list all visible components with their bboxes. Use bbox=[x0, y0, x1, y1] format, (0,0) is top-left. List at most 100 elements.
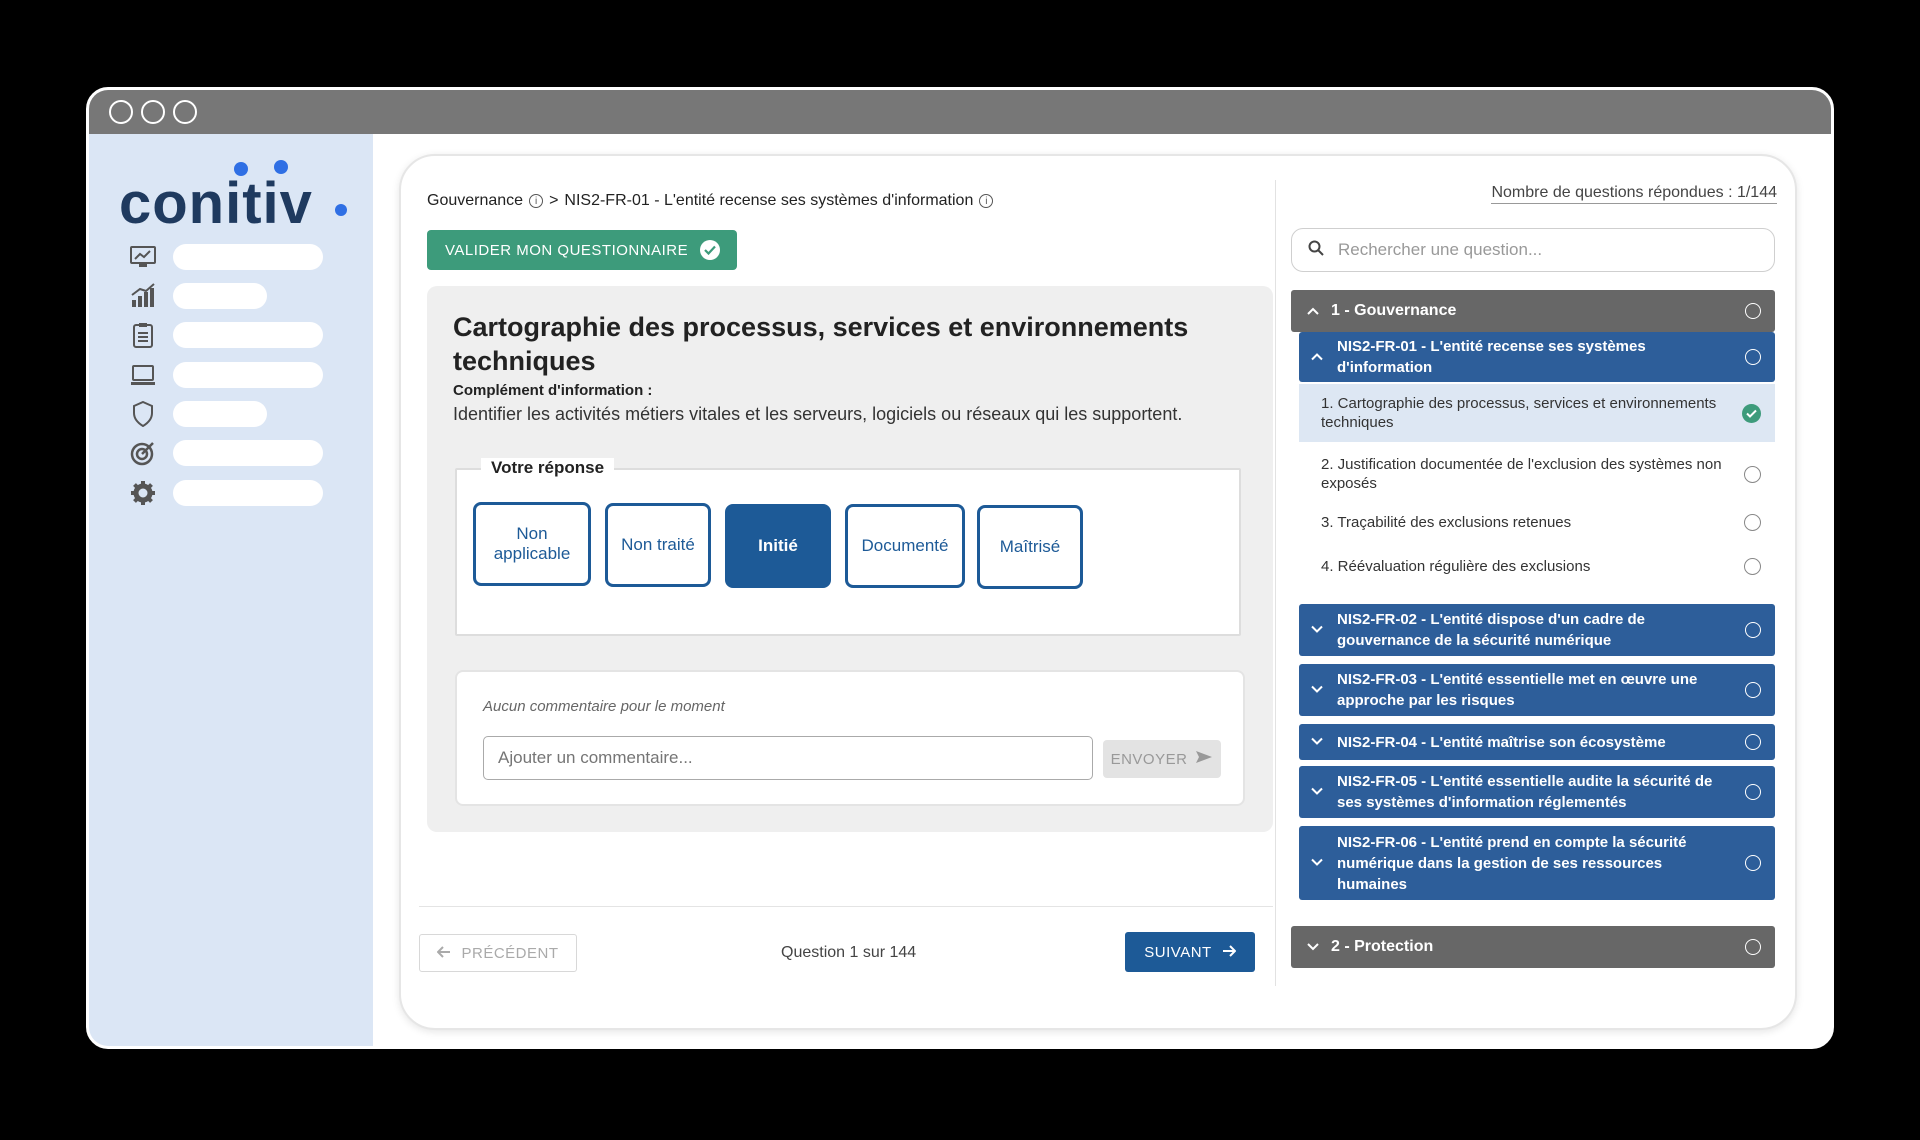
question-subtitle: Complément d'information : bbox=[453, 382, 653, 399]
sidebar-item-label bbox=[173, 322, 323, 348]
section-label: 1 - Gouvernance bbox=[1331, 302, 1457, 319]
no-comment-text: Aucun commentaire pour le moment bbox=[483, 698, 725, 715]
clipboard-icon bbox=[129, 321, 157, 349]
status-circle-icon bbox=[1745, 734, 1761, 750]
window-minimize-button[interactable] bbox=[141, 100, 165, 124]
subsection-label: NIS2-FR-03 - L'entité essentielle met en… bbox=[1337, 671, 1698, 709]
send-comment-button[interactable]: ENVOYER bbox=[1103, 740, 1221, 778]
sidebar-item-goals[interactable] bbox=[129, 438, 323, 468]
monitor-chart-icon bbox=[129, 243, 157, 271]
subsection-nis2-fr-05[interactable]: NIS2-FR-05 - L'entité essentielle audite… bbox=[1299, 766, 1775, 818]
status-circle-icon bbox=[1745, 682, 1761, 698]
status-circle-icon bbox=[1744, 465, 1761, 483]
logo: conitiv bbox=[119, 170, 313, 237]
check-circle-icon bbox=[1742, 403, 1761, 423]
sidebar-item-label bbox=[173, 362, 323, 388]
panel-divider bbox=[1275, 180, 1276, 986]
target-icon bbox=[129, 439, 157, 467]
search-placeholder: Rechercher une question... bbox=[1338, 240, 1543, 259]
next-label: SUIVANT bbox=[1144, 943, 1212, 961]
question-item-label: 3. Traçabilité des exclusions retenues bbox=[1321, 513, 1572, 531]
subsection-nis2-fr-04[interactable]: NIS2-FR-04 - L'entité maîtrise son écosy… bbox=[1299, 724, 1775, 760]
sidebar-item-questionnaire[interactable] bbox=[129, 320, 323, 350]
chevron-down-icon bbox=[1311, 732, 1323, 753]
window-titlebar bbox=[89, 90, 1831, 134]
question-item-label: 4. Réévaluation régulière des exclusions bbox=[1321, 557, 1591, 575]
chevron-down-icon bbox=[1311, 853, 1323, 874]
subsection-nis2-fr-01[interactable]: NIS2-FR-01 - L'entité recense ses systèm… bbox=[1299, 332, 1775, 382]
subsection-nis2-fr-06[interactable]: NIS2-FR-06 - L'entité prend en compte la… bbox=[1299, 826, 1775, 900]
question-item[interactable]: 2. Justification documentée de l'exclusi… bbox=[1299, 448, 1775, 500]
subsection-label: NIS2-FR-06 - L'entité prend en compte la… bbox=[1337, 833, 1687, 893]
chevron-down-icon bbox=[1311, 620, 1323, 641]
gear-icon bbox=[129, 479, 157, 507]
validate-questionnaire-button[interactable]: VALIDER MON QUESTIONNAIRE bbox=[427, 230, 737, 270]
status-circle-icon bbox=[1744, 513, 1761, 531]
validate-label: VALIDER MON QUESTIONNAIRE bbox=[445, 241, 689, 259]
subsection-label: NIS2-FR-04 - L'entité maîtrise son écosy… bbox=[1337, 733, 1666, 751]
shield-icon bbox=[129, 400, 157, 428]
option-non-applicable[interactable]: Non applicable bbox=[473, 502, 591, 586]
comment-input[interactable] bbox=[483, 736, 1093, 780]
main-panel: Gouvernance i > NIS2-FR-01 - L'entité re… bbox=[399, 154, 1797, 1030]
subsection-label: NIS2-FR-01 - L'entité recense ses systèm… bbox=[1337, 338, 1646, 376]
logo-dot bbox=[335, 204, 347, 216]
sidebar-item-security[interactable] bbox=[129, 399, 267, 429]
status-circle-icon bbox=[1745, 784, 1761, 800]
question-item[interactable]: 1. Cartographie des processus, services … bbox=[1299, 384, 1775, 442]
question-item[interactable]: 4. Réévaluation régulière des exclusions bbox=[1299, 546, 1775, 586]
laptop-icon bbox=[129, 361, 157, 389]
sidebar-item-label bbox=[173, 244, 323, 270]
sidebar-item-analytics[interactable] bbox=[129, 281, 267, 311]
option-documente[interactable]: Documenté bbox=[845, 504, 965, 588]
question-item[interactable]: 3. Traçabilité des exclusions retenues bbox=[1299, 502, 1775, 542]
option-maitrise[interactable]: Maîtrisé bbox=[977, 505, 1083, 589]
logo-dot bbox=[274, 160, 288, 174]
status-circle-icon bbox=[1745, 303, 1761, 319]
send-icon bbox=[1195, 750, 1213, 768]
sidebar-item-dashboard[interactable] bbox=[129, 242, 323, 272]
status-circle-icon bbox=[1745, 939, 1761, 955]
chevron-up-icon bbox=[1311, 347, 1323, 368]
logo-dot bbox=[234, 162, 248, 176]
subsection-label: NIS2-FR-02 - L'entité dispose d'un cadre… bbox=[1337, 611, 1646, 649]
status-circle-icon bbox=[1744, 557, 1761, 575]
question-description: Identifier les activités métiers vitales… bbox=[453, 404, 1183, 424]
sidebar: conitiv bbox=[89, 134, 373, 1046]
question-counter: Question 1 sur 144 bbox=[781, 944, 917, 961]
arrow-right-icon bbox=[1222, 944, 1237, 961]
option-initie[interactable]: Initié bbox=[725, 504, 831, 588]
chevron-down-icon bbox=[1311, 782, 1323, 803]
subsection-nis2-fr-03[interactable]: NIS2-FR-03 - L'entité essentielle met en… bbox=[1299, 664, 1775, 716]
comment-box: Aucun commentaire pour le moment ENVOYER bbox=[455, 670, 1245, 806]
breadcrumb-separator: > bbox=[549, 192, 559, 209]
chevron-up-icon bbox=[1307, 302, 1319, 320]
status-circle-icon bbox=[1745, 622, 1761, 638]
chevron-down-icon bbox=[1307, 938, 1319, 956]
window-maximize-button[interactable] bbox=[173, 100, 197, 124]
breadcrumb-section[interactable]: Gouvernance bbox=[427, 192, 523, 210]
sidebar-item-settings[interactable] bbox=[129, 478, 323, 508]
previous-button[interactable]: PRÉCÉDENT bbox=[419, 934, 577, 972]
window-close-button[interactable] bbox=[109, 100, 133, 124]
section-gouvernance[interactable]: 1 - Gouvernance bbox=[1291, 290, 1775, 332]
info-icon[interactable]: i bbox=[979, 194, 994, 208]
section-label: 2 - Protection bbox=[1331, 938, 1434, 955]
sidebar-item-label bbox=[173, 480, 323, 506]
sidebar-item-label bbox=[173, 401, 267, 427]
subsection-nis2-fr-02[interactable]: NIS2-FR-02 - L'entité dispose d'un cadre… bbox=[1299, 604, 1775, 656]
sidebar-item-assets[interactable] bbox=[129, 360, 323, 390]
info-icon[interactable]: i bbox=[529, 194, 544, 208]
breadcrumb-current: NIS2-FR-01 - L'entité recense ses systèm… bbox=[564, 192, 974, 209]
question-item-label: 1. Cartographie des processus, services … bbox=[1321, 395, 1717, 431]
breadcrumb: Gouvernance i > NIS2-FR-01 - L'entité re… bbox=[427, 192, 994, 210]
option-non-traite[interactable]: Non traité bbox=[605, 503, 711, 587]
question-search[interactable]: Rechercher une question... bbox=[1291, 228, 1775, 272]
section-protection[interactable]: 2 - Protection bbox=[1291, 926, 1775, 968]
status-circle-icon bbox=[1745, 855, 1761, 871]
logo-text: conitiv bbox=[119, 171, 313, 236]
next-button[interactable]: SUIVANT bbox=[1125, 932, 1255, 972]
question-title: Cartographie des processus, services et … bbox=[453, 312, 1189, 376]
answer-legend: Votre réponse bbox=[481, 458, 615, 478]
question-item-label: 2. Justification documentée de l'exclusi… bbox=[1321, 456, 1722, 492]
